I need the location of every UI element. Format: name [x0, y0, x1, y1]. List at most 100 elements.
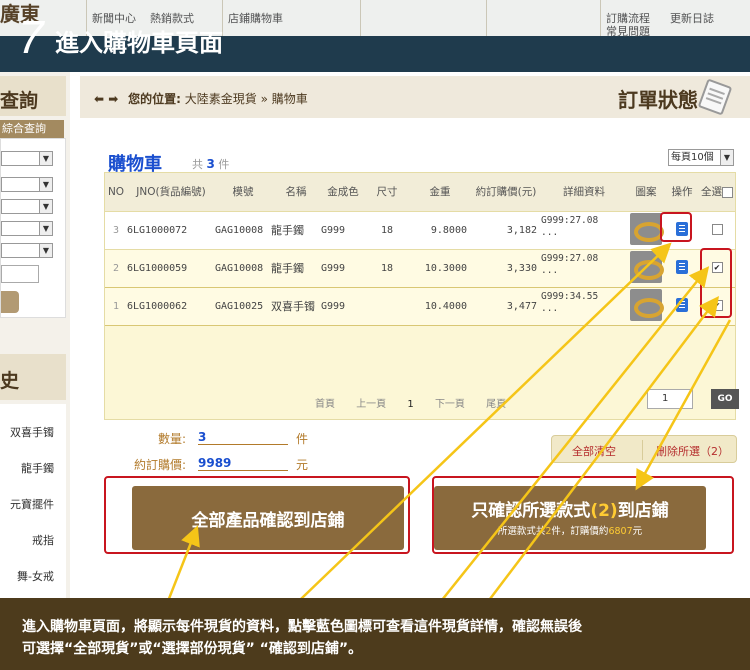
- confirm-all-button[interactable]: 全部產品確認到店鋪: [132, 486, 404, 550]
- cell-name: 龍手鐲: [271, 248, 321, 288]
- detail-more: ...: [541, 226, 559, 238]
- confirm-selected-text: 到店鋪: [617, 501, 669, 521]
- pager-prev[interactable]: 上一頁: [356, 399, 386, 410]
- history-item[interactable]: 龍手鐲: [21, 460, 54, 476]
- chevron-down-icon: ▼: [39, 152, 52, 165]
- confirm-selected-label: 只確認所選款式(2)到店鋪: [434, 496, 706, 521]
- step-number: 7: [18, 11, 44, 63]
- nav-arrows-icon[interactable]: ⬅ ➡: [94, 92, 118, 106]
- go-button[interactable]: GO: [711, 389, 739, 409]
- cell-model: GAG10025: [215, 286, 271, 326]
- page-number-input[interactable]: 1: [647, 389, 693, 409]
- history-item[interactable]: 戒指: [32, 532, 54, 548]
- clear-all-button[interactable]: 全部清空: [572, 443, 616, 459]
- col-purity: 金成色: [321, 173, 365, 212]
- query-select-5[interactable]: ▼: [1, 243, 53, 258]
- sub-unit: 元: [632, 526, 643, 537]
- sub-text: 件，訂購價約: [551, 526, 609, 537]
- cell-no: 2: [105, 248, 127, 288]
- history-item[interactable]: 元寶擺件: [10, 496, 54, 512]
- table-row: 1 6LG1000062 GAG10025 双喜手镯 G999 10.4000 …: [105, 286, 735, 326]
- detail-view-icon[interactable]: [676, 259, 688, 274]
- cell-size: 18: [365, 211, 409, 250]
- highlight-box: [700, 248, 732, 318]
- nav-item-faq[interactable]: 常見問題: [606, 23, 650, 39]
- confirm-all-label: 全部產品確認到店鋪: [191, 511, 345, 531]
- bangle-thumbnail[interactable]: [630, 212, 664, 245]
- caption-line-1: 進入購物車頁面，將顯示每件現貨的資料，點擊藍色圖標可查看這件現貨詳情，確認無誤後: [22, 619, 582, 635]
- cell-price: 3,330: [471, 248, 541, 288]
- cell-name: 龍手鐲: [271, 211, 321, 250]
- cart-table-panel: NO JNO(貨品編號) 模號 名稱 金成色 尺寸 金重 約訂購價(元) 詳細資…: [104, 172, 739, 463]
- chevron-down-icon: ▼: [720, 150, 733, 165]
- divider: [642, 440, 643, 460]
- bangle-thumbnail[interactable]: [630, 250, 664, 283]
- cell-model: GAG10008: [215, 248, 271, 288]
- nav-divider: [360, 0, 361, 36]
- cell-image: [627, 248, 665, 288]
- confirm-selected-button[interactable]: 只確認所選款式(2)到店鋪 所選款式共2件，訂購價約6807元: [434, 486, 706, 550]
- chevron-down-icon: ▼: [39, 222, 52, 235]
- top-banner: 廣東 新聞中心 熱銷款式 店鋪購物車 訂購流程 更新日誌 常見問題 7 進入購物…: [0, 0, 750, 72]
- highlight-box: [660, 212, 692, 242]
- col-select-all: 全選: [699, 173, 735, 212]
- col-name: 名稱: [271, 173, 321, 212]
- price-label: 約訂購價:: [134, 458, 187, 472]
- detail-line: G999:27.08: [541, 214, 599, 226]
- query-submit-button[interactable]: [1, 291, 19, 313]
- breadcrumb-label: 您的位置:: [128, 92, 181, 106]
- history-title: 史: [0, 370, 20, 392]
- query-select-3[interactable]: ▼: [1, 199, 53, 214]
- delete-selected-button[interactable]: 刪除所選（2）: [656, 443, 729, 459]
- sub-text: 所選款式共: [497, 526, 546, 537]
- notepad-icon[interactable]: [697, 78, 733, 116]
- query-input[interactable]: [1, 265, 39, 283]
- cell-no: 3: [105, 211, 127, 250]
- page-header: ⬅ ➡ 您的位置: 大陸素金現貨 » 購物車 訂單狀態: [80, 76, 750, 118]
- query-select-4[interactable]: ▼: [1, 221, 53, 236]
- caption-line-2: 可選擇“全部現貨”或“選擇部份現貨” “確認到店鋪”。: [22, 641, 363, 657]
- table-header-row: NO JNO(貨品編號) 模號 名稱 金成色 尺寸 金重 約訂購價(元) 詳細資…: [105, 173, 735, 212]
- history-item[interactable]: 双喜手镯: [10, 424, 54, 440]
- pagination: 首頁 上一頁 1 下一頁 尾頁: [315, 395, 524, 410]
- pager-next[interactable]: 下一頁: [435, 399, 465, 410]
- detail-line: G999:34.55: [541, 290, 599, 302]
- bangle-thumbnail[interactable]: [630, 288, 664, 321]
- pager-first[interactable]: 首頁: [315, 399, 335, 410]
- cart-count-suffix: 件: [218, 158, 230, 171]
- cart-count-prefix: 共: [192, 158, 203, 171]
- query-select-2[interactable]: ▼: [1, 177, 53, 192]
- cell-size: [365, 286, 409, 326]
- cell-weight: 9.8000: [409, 211, 471, 250]
- nav-item-updates[interactable]: 更新日誌: [670, 10, 714, 26]
- nav-item-cart[interactable]: 店鋪購物車: [228, 10, 283, 26]
- pager-last[interactable]: 尾頁: [486, 399, 506, 410]
- cell-no: 1: [105, 286, 127, 326]
- cart-count: 共 3 件: [192, 156, 229, 172]
- pager-current: 1: [407, 399, 414, 410]
- history-header: 史: [0, 354, 66, 400]
- per-page-select[interactable]: 每頁10個 ▼: [668, 149, 734, 166]
- price-value: 9989: [198, 456, 288, 471]
- detail-more: ...: [541, 264, 559, 276]
- qty-label: 數量:: [158, 432, 187, 446]
- query-title: 查詢: [0, 90, 39, 112]
- cell-detail: G999:27.08...: [541, 211, 627, 250]
- breadcrumb-path[interactable]: 大陸素金現貨 » 購物車: [185, 92, 308, 106]
- select-all-checkbox[interactable]: [722, 186, 733, 198]
- col-size: 尺寸: [365, 173, 409, 212]
- left-sidebar: 查詢 綜合查詢 ▼ ▼ ▼ ▼ ▼ 史 双喜手镯 龍手鐲 元寶擺件 戒指 舞-女…: [0, 72, 70, 634]
- history-item[interactable]: 舞-女戒: [17, 568, 54, 584]
- query-select-1[interactable]: ▼: [1, 151, 53, 166]
- cell-action: [665, 286, 699, 326]
- cell-weight: 10.3000: [409, 248, 471, 288]
- detail-view-icon[interactable]: [676, 297, 688, 312]
- tab-general-query[interactable]: 綜合查詢: [0, 120, 64, 138]
- cart-table: NO JNO(貨品編號) 模號 名稱 金成色 尺寸 金重 約訂購價(元) 詳細資…: [105, 173, 735, 326]
- row-checkbox[interactable]: [711, 224, 723, 236]
- order-status-link[interactable]: 訂單狀態: [618, 84, 698, 113]
- cell-detail: G999:27.08...: [541, 248, 627, 288]
- cell-model: GAG10008: [215, 211, 271, 250]
- confirm-selected-count: (2): [590, 501, 618, 521]
- chevron-down-icon: ▼: [39, 244, 52, 257]
